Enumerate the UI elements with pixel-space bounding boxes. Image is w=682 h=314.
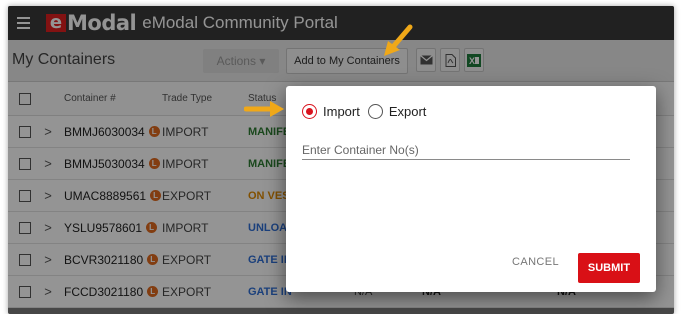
app-window: e Modal eModal Community Portal My Conta… bbox=[8, 6, 674, 314]
import-radio-label[interactable]: Import bbox=[323, 104, 360, 119]
annotation-arrow-icon bbox=[244, 101, 284, 117]
export-radio-label[interactable]: Export bbox=[389, 104, 427, 119]
submit-button[interactable]: SUBMIT bbox=[578, 253, 640, 283]
export-radio[interactable] bbox=[367, 104, 383, 119]
annotation-arrow-icon bbox=[384, 24, 413, 56]
add-containers-dialog: Import Export CANCEL SUBMIT bbox=[286, 86, 656, 292]
container-number-input[interactable] bbox=[302, 140, 630, 160]
import-radio[interactable] bbox=[302, 104, 317, 119]
trade-type-radio-group: Import Export bbox=[302, 104, 426, 119]
cancel-button[interactable]: CANCEL bbox=[512, 256, 559, 268]
